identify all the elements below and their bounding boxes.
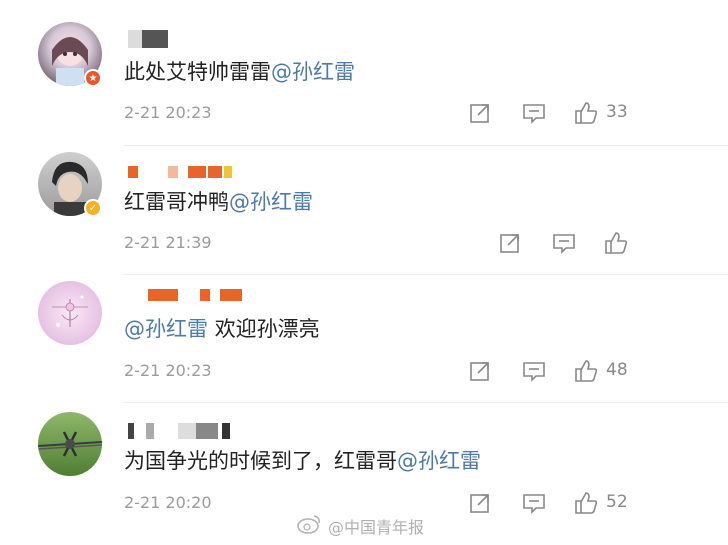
thumbs-up-icon[interactable] <box>602 229 630 257</box>
redacted-username <box>128 30 168 48</box>
comment-body: 为国争光的时候到了，红雷哥 <box>124 449 397 473</box>
comment-text: 为国争光的时候到了，红雷哥@孙红雷 <box>124 448 481 474</box>
divider <box>124 274 728 275</box>
mention-link[interactable]: @孙红雷 <box>229 190 313 214</box>
redacted-username <box>148 289 242 301</box>
comment-actions: 33 <box>466 99 666 127</box>
watermark-text: @中国青年报 <box>328 518 425 537</box>
avatar[interactable] <box>38 412 102 476</box>
timestamp: 2-21 20:23 <box>124 361 212 380</box>
comment-icon[interactable] <box>550 229 578 257</box>
like-count: 52 <box>606 492 628 512</box>
timestamp: 2-21 20:23 <box>124 103 212 122</box>
comment-body: 欢迎孙漂亮 <box>214 317 320 341</box>
timestamp: 2-21 21:39 <box>124 233 212 252</box>
share-icon[interactable] <box>466 357 494 385</box>
comment-text: 红雷哥冲鸭@孙红雷 <box>124 189 313 215</box>
thumbs-up-icon[interactable] <box>572 357 600 385</box>
divider <box>124 402 728 403</box>
comment-body: 红雷哥冲鸭 <box>124 190 229 214</box>
share-icon[interactable] <box>466 489 494 517</box>
avatar[interactable] <box>38 281 102 345</box>
comment-icon[interactable] <box>520 99 548 127</box>
share-icon[interactable] <box>496 229 524 257</box>
vip-badge-icon: ✓ <box>84 199 102 217</box>
like-count: 48 <box>606 360 628 380</box>
redacted-username <box>128 423 232 439</box>
like-count: 33 <box>606 102 628 122</box>
mention-link[interactable]: @孙红雷 <box>397 449 481 473</box>
watermark: @中国青年报 <box>296 512 424 540</box>
share-icon[interactable] <box>466 99 494 127</box>
comment-text: 此处艾特帅雷雷@孙红雷 <box>124 59 355 85</box>
comment-icon[interactable] <box>520 357 548 385</box>
comment-icon[interactable] <box>520 489 548 517</box>
redacted-username <box>128 166 232 178</box>
comment-actions: 48 <box>466 357 666 385</box>
comment-body: 此处艾特帅雷雷 <box>124 60 271 84</box>
thumbs-up-icon[interactable] <box>572 99 600 127</box>
divider <box>124 145 728 146</box>
comment-text: @孙红雷 欢迎孙漂亮 <box>124 316 320 342</box>
comment-actions: 52 <box>466 489 666 517</box>
weibo-logo-icon <box>296 513 322 539</box>
timestamp: 2-21 20:20 <box>124 493 212 512</box>
mention-link[interactable]: @孙红雷 <box>271 60 355 84</box>
thumbs-up-icon[interactable] <box>572 489 600 517</box>
mention-link[interactable]: @孙红雷 <box>124 317 208 341</box>
comment-actions <box>496 229 636 257</box>
vip-badge-icon: ★ <box>84 69 102 87</box>
